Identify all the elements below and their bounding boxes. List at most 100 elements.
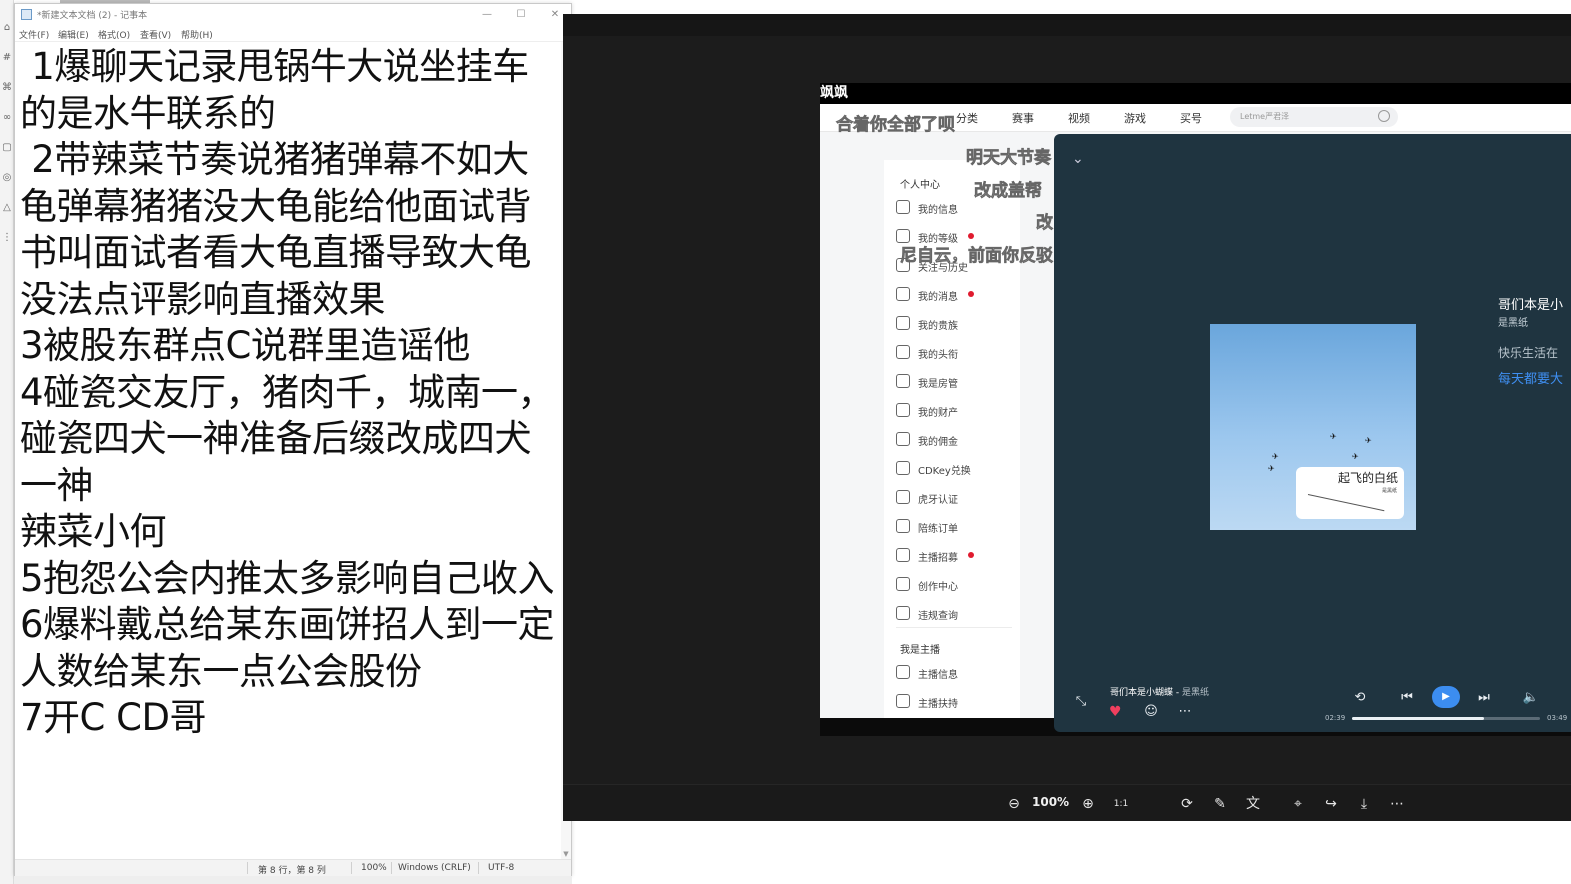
shield-icon xyxy=(896,374,910,388)
strip-home-icon[interactable]: ⌂ xyxy=(1,22,13,34)
translate-icon[interactable]: 文 xyxy=(1244,795,1262,813)
progress-fill xyxy=(1352,717,1484,720)
more-icon[interactable]: ⋯ xyxy=(1388,795,1406,813)
viewer-toolbar: ⊖ 100% ⊕ 1:1 ⟳ ✎ 文 ⌖ ↪ ⤓ ⋯ xyxy=(563,784,1571,821)
now-playing: 哥们本是小蝴蝶 - 是黑纸 xyxy=(1110,688,1210,698)
previous-icon[interactable]: ⏮ xyxy=(1398,690,1416,706)
exit-fullscreen-icon[interactable]: ⤡ xyxy=(1072,694,1090,710)
danmaku-comment: 尼自云，前面你反驳 xyxy=(900,246,1054,267)
minimize-button[interactable]: — xyxy=(471,6,503,23)
zoom-out-icon[interactable]: ⊖ xyxy=(1005,795,1023,813)
song-artist: 是黑纸 xyxy=(1182,688,1210,698)
comment-icon[interactable]: ☺ xyxy=(1142,704,1160,720)
message-icon xyxy=(896,287,910,301)
heart-icon[interactable]: ♥ xyxy=(1109,704,1122,720)
side-item-room-admin[interactable]: 我是房管 xyxy=(896,373,1016,390)
side-item-cdkey[interactable]: CDKey兑换 xyxy=(896,460,1016,477)
side-item-assets[interactable]: 我的财产 xyxy=(896,402,1016,419)
download-icon[interactable]: ⤓ xyxy=(1355,795,1373,813)
desktop-side-strip: ⌂ # ⌘ ∞ ▢ ◎ △ ⋮ xyxy=(0,0,14,884)
flag-icon xyxy=(896,548,910,562)
taskbar-fragment xyxy=(14,876,572,884)
menu-view[interactable]: 查看(V) xyxy=(140,28,171,41)
strip-doc-icon[interactable]: ▢ xyxy=(1,142,13,154)
web-header-bar xyxy=(820,83,1571,105)
play-button[interactable]: ▶ xyxy=(1432,686,1460,708)
side-item-streamer-recruit[interactable]: 主播招募 xyxy=(896,547,1016,564)
notification-dot xyxy=(968,552,974,558)
scroll-down-icon[interactable]: ▼ xyxy=(562,850,570,858)
viewer-titlebar xyxy=(563,14,1571,36)
side-item-violations[interactable]: 违规查询 xyxy=(896,605,1016,622)
zoom-in-icon[interactable]: ⊕ xyxy=(1079,795,1097,813)
side-item-my-info[interactable]: 我的信息 xyxy=(896,199,1016,216)
side-item-commission[interactable]: 我的佣金 xyxy=(896,431,1016,448)
web-title: 飒飒 xyxy=(820,85,848,101)
repeat-icon[interactable]: ⟲ xyxy=(1351,690,1369,706)
divider xyxy=(896,627,1012,628)
chevron-down-icon[interactable]: ⌄ xyxy=(1072,152,1086,166)
side-item-orders[interactable]: 陪练订单 xyxy=(896,518,1016,535)
strip-hash-icon[interactable]: # xyxy=(1,52,13,64)
side-item-my-messages[interactable]: 我的消息 xyxy=(896,286,1016,303)
menu-help[interactable]: 帮助(H) xyxy=(181,28,213,41)
bird-icon: ✈ xyxy=(1268,464,1275,473)
time-total: 03:49 xyxy=(1547,714,1568,722)
menu-edit[interactable]: 编辑(E) xyxy=(58,28,89,41)
status-zoom: 100% xyxy=(361,863,387,873)
search-icon[interactable] xyxy=(1378,110,1390,122)
notepad-text-area[interactable]: 1爆聊天记录甩锅牛大说坐挂车的是水牛联系的 2带辣菜节奏说猪猪弹幕不如大龟弹幕猪… xyxy=(20,44,558,854)
danmaku-comment: 改成盖帮 xyxy=(974,181,1043,202)
maximize-button[interactable]: ☐ xyxy=(505,6,537,23)
rotate-icon[interactable]: ⟳ xyxy=(1178,795,1196,813)
web-search-input[interactable]: Letme严君泽 xyxy=(1230,107,1398,127)
crown-icon xyxy=(896,316,910,330)
strip-link-icon[interactable]: ∞ xyxy=(1,112,13,124)
notepad-menubar: 文件(F) 编辑(E) 格式(O) 查看(V) 帮助(H) xyxy=(15,25,571,42)
progress-bar[interactable] xyxy=(1352,717,1540,720)
nav-category[interactable]: 分类 xyxy=(956,110,978,126)
more-icon[interactable]: ⋯ xyxy=(1176,704,1194,720)
notepad-titlebar[interactable]: *新建文本文档 (2) - 记事本 — ☐ ✕ xyxy=(15,4,571,25)
nav-games[interactable]: 游戏 xyxy=(1124,110,1146,126)
edit-icon[interactable]: ✎ xyxy=(1211,795,1229,813)
menu-format[interactable]: 格式(O) xyxy=(98,28,130,41)
ocr-icon[interactable]: ⌖ xyxy=(1289,795,1307,813)
side-item-streamer-info[interactable]: 主播信息 xyxy=(896,664,1016,681)
nav-videos[interactable]: 视频 xyxy=(1068,110,1090,126)
nav-buy-account[interactable]: 买号 xyxy=(1180,110,1202,126)
strip-controller-icon[interactable]: ◎ xyxy=(1,172,13,184)
bird-icon: ✈ xyxy=(1272,452,1279,461)
side-item-nobility[interactable]: 我的贵族 xyxy=(896,315,1016,332)
next-icon[interactable]: ⏭ xyxy=(1475,690,1493,706)
notepad-statusbar: 第 8 行，第 8 列 100% Windows (CRLF) UTF-8 xyxy=(15,859,571,876)
bird-icon: ✈ xyxy=(1330,432,1337,441)
song-title: 哥们本是小蝴蝶 xyxy=(1110,688,1174,698)
strip-apps-icon[interactable]: ⋮ xyxy=(1,232,13,244)
notepad-window: *新建文本文档 (2) - 记事本 — ☐ ✕ 文件(F) 编辑(E) 格式(O… xyxy=(14,3,572,876)
side-item-creator-center[interactable]: 创作中心 xyxy=(896,576,1016,593)
danmaku-comment: 合着你全部了呗 xyxy=(836,115,956,136)
status-position: 第 8 行，第 8 列 xyxy=(258,866,326,876)
side-item-verification[interactable]: 虎牙认证 xyxy=(896,489,1016,506)
share-icon[interactable]: ↪ xyxy=(1322,795,1340,813)
side-item-titles[interactable]: 我的头衔 xyxy=(896,344,1016,361)
search-placeholder: Letme严君泽 xyxy=(1240,112,1290,121)
check-shield-icon xyxy=(896,490,910,504)
bird-icon: ✈ xyxy=(1352,452,1359,461)
time-current: 02:39 xyxy=(1325,714,1346,722)
actual-size-icon[interactable]: 1:1 xyxy=(1112,795,1130,813)
info-icon xyxy=(896,606,910,620)
section-personal-center: 个人中心 xyxy=(900,180,940,191)
menu-file[interactable]: 文件(F) xyxy=(19,28,49,41)
volume-icon[interactable]: 🔈 xyxy=(1522,690,1540,706)
side-item-streamer-support[interactable]: 主播扶持 xyxy=(896,693,1016,710)
nav-events[interactable]: 赛事 xyxy=(1012,110,1034,126)
web-left-area xyxy=(820,132,884,718)
coin-icon xyxy=(896,432,910,446)
notification-dot xyxy=(968,291,974,297)
notification-dot xyxy=(968,233,974,239)
strip-game-icon[interactable]: ⌘ xyxy=(1,82,13,94)
strip-upload-icon[interactable]: △ xyxy=(1,202,13,214)
id-card-icon xyxy=(896,665,910,679)
